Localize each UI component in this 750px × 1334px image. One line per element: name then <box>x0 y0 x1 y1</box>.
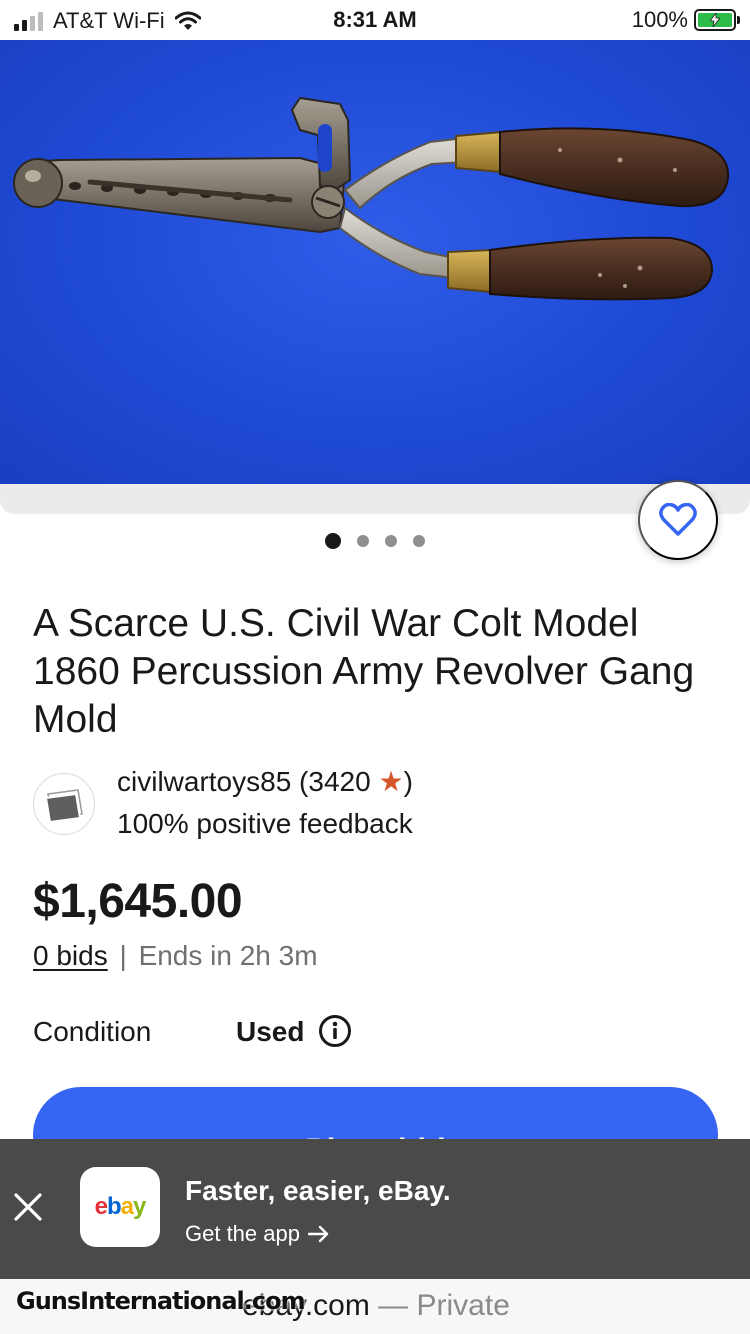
gallery-pagination <box>0 533 750 549</box>
gallery-dot-2[interactable] <box>357 535 369 547</box>
get-app-label: Get the app <box>185 1221 300 1246</box>
battery-percent: 100% <box>631 7 688 32</box>
banner-title: Faster, easier, eBay. <box>185 1175 451 1206</box>
info-circle-icon[interactable] <box>318 1014 352 1048</box>
url-separator: — <box>369 1289 417 1322</box>
status-right: 100% <box>631 7 740 33</box>
image-frame-bottom <box>0 484 750 514</box>
seller-info[interactable]: civilwartoys85 (3420 ★) 100% positive fe… <box>33 765 723 845</box>
private-mode-label: Private <box>416 1289 510 1322</box>
battery-charging-icon <box>694 9 740 31</box>
gallery-dot-1[interactable] <box>325 533 341 549</box>
ebay-app-icon: ebay <box>80 1167 160 1247</box>
seller-feedback: 100% positive feedback <box>117 808 413 839</box>
condition-label: Condition <box>33 1016 152 1047</box>
close-icon <box>14 1193 42 1221</box>
seller-avatar[interactable] <box>33 773 95 835</box>
bids-row: 0 bids | Ends in 2h 3m <box>33 940 318 972</box>
bids-separator: | <box>119 940 127 971</box>
condition-row: Condition Used <box>33 1014 723 1054</box>
status-bar: AT&T Wi-Fi 8:31 AM 100% <box>0 0 750 40</box>
seller-name-row[interactable]: civilwartoys85 (3420 ★) <box>117 765 413 799</box>
watermark-logo: GunsInternational.com <box>16 1287 306 1315</box>
bullet-mold-photo <box>13 96 730 301</box>
photo-placeholder-icon <box>44 789 83 824</box>
arrow-right-icon <box>307 1225 329 1243</box>
star-icon: ★ <box>378 766 404 797</box>
heart-outline-icon <box>659 503 697 536</box>
seller-name[interactable]: civilwartoys85 <box>117 766 291 797</box>
product-image[interactable] <box>0 40 750 484</box>
current-price: $1,645.00 <box>33 875 243 928</box>
banner-close-button[interactable] <box>8 1187 48 1227</box>
seller-score-close: ) <box>403 766 413 797</box>
listing-title: A Scarce U.S. Civil War Colt Model 1860 … <box>33 602 695 741</box>
seller-score-open: (3420 <box>291 766 379 797</box>
browser-url-bar[interactable]: ebay.com — Private GunsInternational.com <box>0 1279 750 1334</box>
time-left: Ends in 2h 3m <box>138 940 318 971</box>
bids-link[interactable]: 0 bids <box>33 940 108 971</box>
gallery-dot-4[interactable] <box>413 535 425 547</box>
get-app-link[interactable]: Get the app <box>185 1221 330 1247</box>
condition-value: Used <box>236 1016 305 1047</box>
gallery-dot-3[interactable] <box>385 535 397 547</box>
app-install-banner[interactable]: ebay Faster, easier, eBay. Get the app <box>0 1139 750 1279</box>
